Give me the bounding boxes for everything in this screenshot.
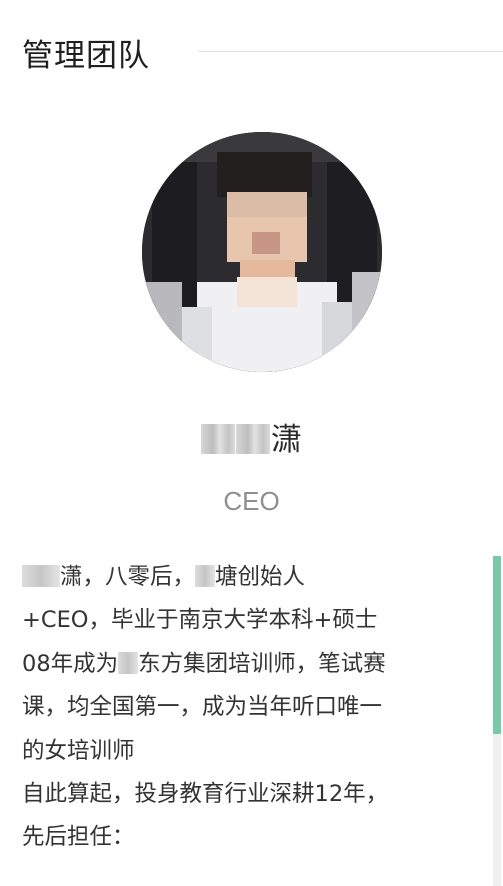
avatar-image [142, 132, 382, 372]
redaction [195, 565, 216, 587]
bio-line: 自此算起，投身教育行业深耕12年， [22, 781, 389, 808]
bio-line: 潇，八零后， 塘创始人 [22, 556, 462, 599]
section-divider [198, 51, 503, 52]
scrollbar-thumb[interactable] [493, 556, 501, 734]
bio-line: +CEO，毕业于南京大学本科+硕士 [22, 607, 378, 634]
section-title: 管理团队 [22, 37, 150, 74]
bio-line: 的女培训师 [22, 737, 135, 764]
bio-line: 先后担任： [22, 824, 135, 851]
bio-line: 08年成为 东方集团培训师，笔试赛 [22, 650, 386, 677]
bio-line: 课，均全国第一，成为当年听口唯一 [22, 694, 383, 721]
name-redaction [236, 424, 270, 454]
section-header: 管理团队 [22, 30, 503, 74]
member-name-visible: 潇 [271, 422, 302, 458]
name-redaction [201, 424, 235, 454]
member-name: 潇 [0, 414, 503, 459]
portrait-avatar [142, 132, 382, 372]
redaction [22, 565, 60, 587]
redaction [118, 651, 139, 674]
member-bio: 潇，八零后， 塘创始人 +CEO，毕业于南京大学本科+硕士 08年成为 东方集团培训… [22, 556, 462, 860]
member-role: CEO [223, 486, 280, 516]
